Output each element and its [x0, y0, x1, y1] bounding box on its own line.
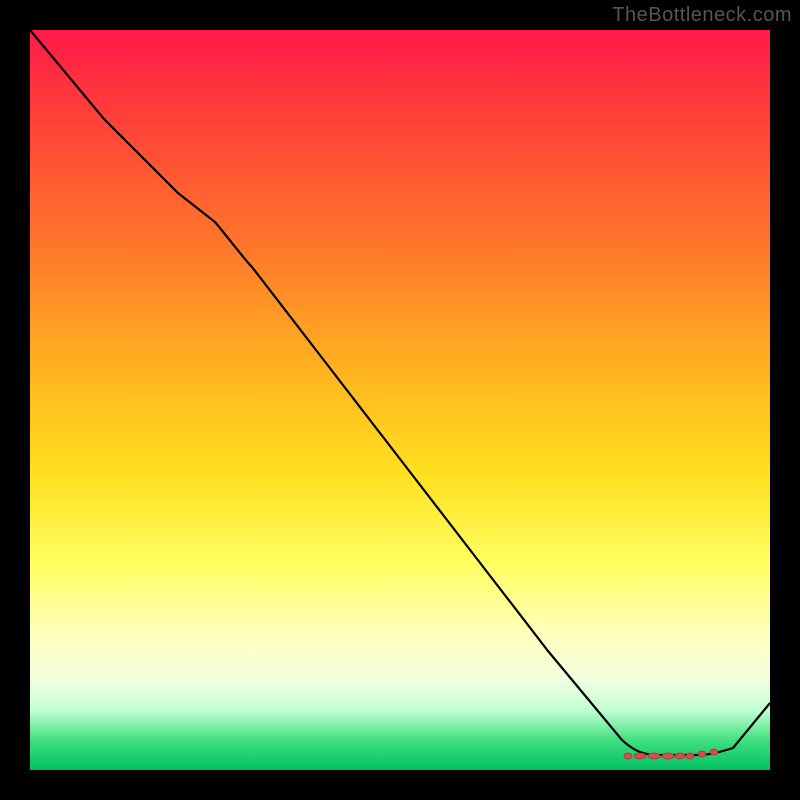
plot-area — [30, 30, 770, 770]
watermark-text: TheBottleneck.com — [612, 4, 792, 27]
chart-frame: TheBottleneck.com — [0, 0, 800, 800]
chart-svg — [30, 30, 770, 770]
bottleneck-curve — [30, 30, 770, 755]
